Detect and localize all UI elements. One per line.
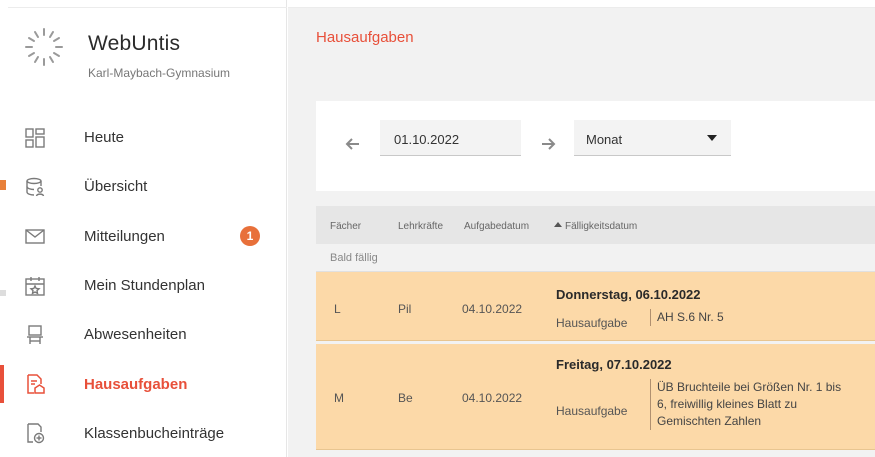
sidebar-item-heute[interactable]: Heute: [8, 113, 287, 162]
top-bar: [288, 0, 875, 8]
cell-description: AH S.6 Nr. 5: [650, 309, 724, 326]
webuntis-logo-icon: [25, 28, 63, 66]
column-header-teachers[interactable]: Lehrkräfte: [398, 221, 443, 232]
cell-type: Hausaufgabe: [556, 316, 628, 330]
sidebar-item-label: Hausaufgaben: [84, 375, 188, 393]
caret-down-icon: [707, 135, 717, 141]
column-header-due-sorted[interactable]: Fälligkeitsdatum: [554, 221, 637, 232]
chair-icon: [27, 325, 43, 344]
cell-teacher: Be: [398, 391, 413, 405]
table-row[interactable]: M Be 04.10.2022 Freitag, 07.10.2022 Haus…: [316, 344, 875, 450]
cell-teacher: Pil: [398, 302, 412, 316]
description-line: AH S.6 Nr. 5: [657, 310, 724, 324]
sidebar-top-bar: [8, 0, 287, 8]
sidebar-item-mitteilungen[interactable]: Mitteilungen 1: [8, 212, 287, 261]
description-line: ÜB Bruchteile bei Größen Nr. 1 bis: [657, 380, 842, 394]
cell-due-date: Donnerstag, 06.10.2022: [556, 287, 701, 302]
description-line: Gemischten Zahlen: [657, 414, 762, 428]
homework-icon: [27, 374, 45, 394]
unread-count-badge: 1: [240, 226, 260, 247]
cell-subject: M: [334, 391, 344, 405]
cell-subject: L: [334, 302, 341, 316]
app-name: WebUntis: [88, 32, 181, 55]
dashboard-icon: [25, 127, 45, 148]
sidebar-item-mein-stundenplan[interactable]: Mein Stundenplan: [8, 261, 287, 310]
date-filter-card: 01.10.2022 Monat: [316, 101, 875, 191]
edge-fragment: [0, 90, 6, 98]
sidebar: WebUntis Karl-Maybach-Gymnasium Heute Üb…: [0, 0, 287, 457]
edge-fragment-gray: [0, 290, 6, 296]
arrow-right-icon[interactable]: [539, 135, 557, 153]
sidebar-item-label: Übersicht: [84, 178, 148, 196]
sidebar-item-abwesenheiten[interactable]: Abwesenheiten: [8, 310, 287, 359]
table-row[interactable]: L Pil 04.10.2022 Donnerstag, 06.10.2022 …: [316, 272, 875, 341]
main-navigation: Heute Übersicht Mitteilungen 1 Mein Stun…: [0, 113, 287, 457]
sidebar-item-klassenbucheintraege[interactable]: Klassenbucheinträge: [8, 409, 287, 457]
sidebar-item-uebersicht[interactable]: Übersicht: [8, 162, 287, 211]
arrow-left-icon[interactable]: [344, 135, 362, 153]
school-name: Karl-Maybach-Gymnasium: [88, 66, 231, 80]
column-header-assigned[interactable]: Aufgabedatum: [464, 221, 529, 232]
period-select-value: Monat: [586, 132, 623, 147]
sort-ascending-icon: [554, 222, 562, 227]
group-label: Bald fällig: [316, 244, 875, 272]
date-input[interactable]: 01.10.2022: [380, 120, 521, 156]
main-content: Hausaufgaben 01.10.2022 Monat Fächer Leh…: [288, 0, 875, 457]
cell-due-date: Freitag, 07.10.2022: [556, 357, 672, 372]
cell-assigned-date: 04.10.2022: [462, 391, 523, 405]
sidebar-item-label: Mitteilungen: [84, 227, 165, 245]
sidebar-item-label: Abwesenheiten: [84, 326, 187, 344]
page-title: Hausaufgaben: [316, 29, 414, 46]
edge-fragment-orange: [0, 180, 6, 190]
calendar-icon: [25, 276, 45, 296]
envelope-icon: [25, 229, 45, 244]
classbook-add-icon: [27, 423, 45, 444]
sidebar-item-hausaufgaben[interactable]: Hausaufgaben: [0, 359, 287, 408]
column-header-subject[interactable]: Fächer: [330, 221, 361, 232]
sidebar-item-label: Klassenbucheinträge: [84, 424, 225, 442]
cell-description: ÜB Bruchteile bei Größen Nr. 1 bis 6, fr…: [650, 379, 841, 430]
table-header: Fächer Lehrkräfte Aufgabedatum Fälligkei…: [316, 206, 875, 244]
database-user-icon: [26, 177, 45, 197]
cell-type: Hausaufgabe: [556, 404, 628, 418]
cell-assigned-date: 04.10.2022: [462, 302, 523, 316]
sidebar-item-label: Heute: [84, 129, 125, 147]
description-line: 6, freiwillig kleines Blatt zu: [657, 397, 798, 411]
period-select[interactable]: Monat: [574, 120, 731, 156]
sidebar-item-label: Mein Stundenplan: [84, 277, 205, 295]
column-header-due: Fälligkeitsdatum: [565, 221, 638, 232]
